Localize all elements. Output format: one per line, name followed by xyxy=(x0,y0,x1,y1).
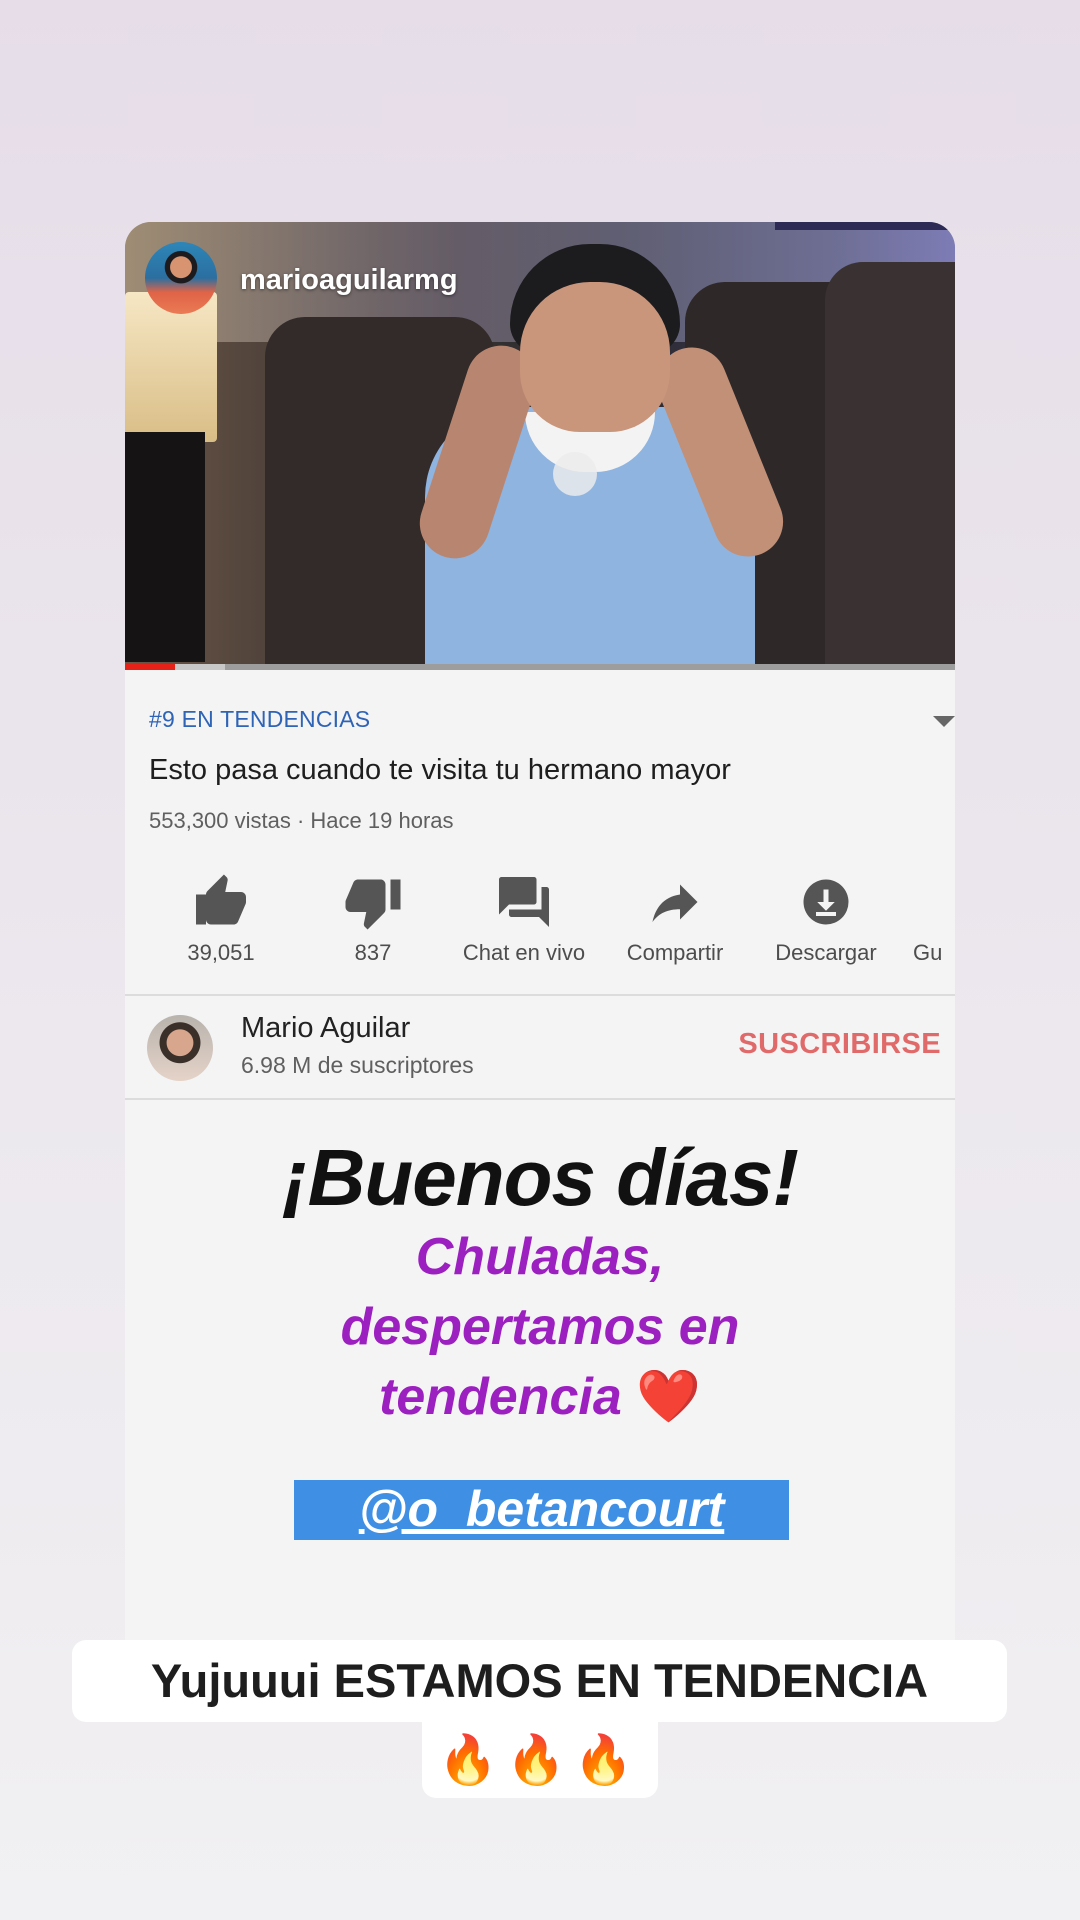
video-title: Esto pasa cuando te visita tu hermano ma… xyxy=(149,754,731,786)
share-button[interactable]: Compartir xyxy=(600,872,750,966)
subscriber-count: 6.98 M de suscriptores xyxy=(241,1052,474,1078)
message-line: despertamos en xyxy=(340,1298,740,1356)
story-avatar[interactable] xyxy=(145,242,217,314)
dislike-button[interactable]: 837 xyxy=(298,872,448,966)
live-chat-button[interactable]: Chat en vivo xyxy=(449,872,599,966)
live-chat-label: Chat en vivo xyxy=(462,940,586,965)
share-label: Compartir xyxy=(626,940,724,965)
sofa xyxy=(825,262,955,664)
chevron-down-icon[interactable] xyxy=(933,716,955,727)
save-label: Gu xyxy=(913,940,943,965)
progress-track[interactable] xyxy=(125,664,955,670)
progress-bar[interactable] xyxy=(125,664,175,670)
message-line: tendencia ❤️ xyxy=(379,1367,701,1427)
download-button[interactable]: Descargar xyxy=(751,872,901,966)
play-indicator[interactable] xyxy=(553,452,597,496)
save-icon xyxy=(903,872,955,932)
thumbs-down-icon xyxy=(345,879,401,930)
mention-tag[interactable]: @o_betancourt xyxy=(294,1480,789,1540)
greeting-text: ¡Buenos días! xyxy=(282,1133,799,1222)
action-bar: 39,051 837 Chat en vivo Compartir Descar… xyxy=(125,872,955,982)
share-icon xyxy=(652,884,698,922)
video-player[interactable]: marioaguilarmg xyxy=(125,222,955,664)
channel-avatar[interactable] xyxy=(147,1015,213,1081)
channel-name[interactable]: Mario Aguilar xyxy=(241,1012,410,1045)
live-chat-icon xyxy=(499,877,549,927)
like-count: 39,051 xyxy=(187,940,255,965)
lamp-shade xyxy=(125,292,217,442)
video-meta: 553,300 vistas · Hace 19 horas xyxy=(149,808,454,833)
thumbs-up-icon xyxy=(196,874,246,925)
like-button[interactable]: 39,051 xyxy=(146,872,296,966)
subscribe-button[interactable]: SUSCRIBIRSE xyxy=(738,1028,941,1061)
heart-icon: ❤️ xyxy=(636,1367,701,1427)
divider xyxy=(125,1098,955,1100)
divider xyxy=(125,994,955,996)
story-card: marioaguilarmg #9 EN TENDENCIAS Esto pas… xyxy=(125,222,955,1662)
trending-label[interactable]: #9 EN TENDENCIAS xyxy=(149,706,370,733)
dislike-count: 837 xyxy=(354,940,392,965)
download-icon xyxy=(803,879,849,925)
story-message: Chuladas, despertamos en tendencia ❤️ xyxy=(125,1222,955,1432)
lamp-table xyxy=(125,432,205,662)
save-button[interactable]: Gu xyxy=(903,872,955,966)
fire-emoji-caption: 🔥🔥🔥 xyxy=(422,1722,658,1798)
story-username[interactable]: marioaguilarmg xyxy=(240,264,458,297)
download-label: Descargar xyxy=(775,940,877,965)
message-line: Chuladas, xyxy=(415,1228,665,1286)
caption-line: Yujuuui ESTAMOS EN TENDENCIA xyxy=(72,1640,1007,1722)
